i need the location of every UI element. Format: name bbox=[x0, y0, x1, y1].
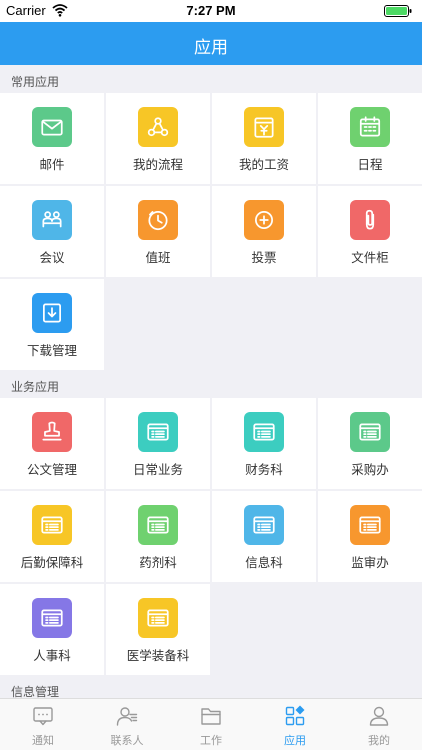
section-title: 常用应用 bbox=[11, 75, 60, 89]
app-tile[interactable]: 后勤保障科 bbox=[0, 491, 104, 582]
app-tile-label: 后勤保障科 bbox=[20, 555, 84, 570]
list-card-icon bbox=[350, 412, 390, 452]
list-card-icon bbox=[138, 505, 178, 545]
app-tile[interactable]: 采购办 bbox=[318, 398, 422, 489]
app-tile-label: 人事科 bbox=[33, 648, 71, 663]
app-tile[interactable]: 公文管理 bbox=[0, 398, 104, 489]
stamp-icon bbox=[32, 412, 72, 452]
page-title: 应用 bbox=[194, 38, 228, 58]
app-tile[interactable]: 值班 bbox=[106, 186, 210, 277]
salary-icon bbox=[244, 107, 284, 147]
app-tile-label: 会议 bbox=[39, 250, 65, 265]
app-tile[interactable]: 日程 bbox=[318, 93, 422, 184]
download-icon bbox=[32, 293, 72, 333]
list-card-icon bbox=[32, 598, 72, 638]
list-card-icon bbox=[32, 505, 72, 545]
app-tile-label: 日常业务 bbox=[132, 462, 183, 477]
app-tile-label: 邮件 bbox=[39, 157, 65, 172]
duty-icon bbox=[138, 200, 178, 240]
app-tile[interactable]: 投票 bbox=[212, 186, 316, 277]
tab-label: 工作 bbox=[200, 734, 222, 747]
tab-label: 联系人 bbox=[110, 734, 144, 747]
app-tile-label: 财务科 bbox=[245, 462, 283, 477]
app-tile-label: 信息科 bbox=[245, 555, 283, 570]
app-tile-label: 值班 bbox=[145, 250, 171, 265]
tab-folder[interactable]: 工作 bbox=[169, 699, 253, 750]
tab-profile[interactable]: 我的 bbox=[337, 699, 421, 750]
app-tile-label: 采购办 bbox=[351, 462, 389, 477]
status-bar: Carrier 7:27 PM bbox=[0, 0, 422, 22]
tab-message[interactable]: 通知 bbox=[1, 699, 85, 750]
app-tile[interactable]: 下载管理 bbox=[0, 279, 104, 370]
nav-bar: 应用 bbox=[0, 22, 422, 65]
app-tile-label: 公文管理 bbox=[26, 462, 77, 477]
app-tile-label: 下载管理 bbox=[26, 343, 77, 358]
status-time: 7:27 PM bbox=[186, 3, 236, 18]
list-card-icon bbox=[138, 412, 178, 452]
battery-icon bbox=[384, 5, 412, 17]
app-tile-label: 医学装备科 bbox=[126, 648, 190, 663]
mail-icon bbox=[32, 107, 72, 147]
app-tile-label: 投票 bbox=[251, 250, 277, 265]
app-tile[interactable]: 邮件 bbox=[0, 93, 104, 184]
app-grid: 公文管理 日常业务 财务科 采购办后勤保障科 药剂科 信息科 监审办人事科 医学装备科 bbox=[0, 398, 422, 675]
app-tile[interactable]: 财务科 bbox=[212, 398, 316, 489]
list-card-icon bbox=[138, 598, 178, 638]
app-tile[interactable]: 药剂科 bbox=[106, 491, 210, 582]
tab-apps[interactable]: 应用 bbox=[253, 699, 337, 750]
app-tile-label: 监审办 bbox=[351, 555, 389, 570]
vote-icon bbox=[244, 200, 284, 240]
app-tile[interactable]: 会议 bbox=[0, 186, 104, 277]
section-header: 常用应用 bbox=[0, 65, 422, 93]
meeting-icon bbox=[32, 200, 72, 240]
app-tile[interactable]: 文件柜 bbox=[318, 186, 422, 277]
list-card-icon bbox=[244, 412, 284, 452]
app-tile[interactable]: 我的工资 bbox=[212, 93, 316, 184]
app-tile-label: 我的工资 bbox=[238, 157, 289, 172]
paperclip-icon bbox=[350, 200, 390, 240]
section-title: 信息管理 bbox=[11, 685, 60, 698]
app-tile[interactable]: 我的流程 bbox=[106, 93, 210, 184]
tab-label: 通知 bbox=[32, 734, 54, 747]
section-header: 业务应用 bbox=[0, 370, 422, 398]
section-header: 信息管理 bbox=[0, 675, 422, 698]
workflow-icon bbox=[138, 107, 178, 147]
app-list[interactable]: 常用应用邮件 我的流程 我的工资 日程会议 值班 投票 文件柜下载管理业务应用公文管理 日常业… bbox=[0, 65, 422, 698]
app-tile-label: 日程 bbox=[357, 157, 383, 172]
app-tile[interactable]: 人事科 bbox=[0, 584, 104, 675]
app-tile-label: 药剂科 bbox=[139, 555, 177, 570]
tab-bar: 通知 联系人 工作 应用 我的 bbox=[0, 698, 422, 750]
tab-contacts[interactable]: 联系人 bbox=[85, 699, 169, 750]
app-tile[interactable]: 日常业务 bbox=[106, 398, 210, 489]
list-card-icon bbox=[244, 505, 284, 545]
app-tile[interactable]: 信息科 bbox=[212, 491, 316, 582]
calendar-icon bbox=[350, 107, 390, 147]
app-tile[interactable]: 医学装备科 bbox=[106, 584, 210, 675]
app-tile[interactable]: 监审办 bbox=[318, 491, 422, 582]
tab-label: 应用 bbox=[284, 734, 306, 747]
app-grid: 邮件 我的流程 我的工资 日程会议 值班 投票 文件柜下载管理 bbox=[0, 93, 422, 370]
section-title: 业务应用 bbox=[11, 380, 60, 394]
app-tile-label: 我的流程 bbox=[132, 157, 183, 172]
app-tile-label: 文件柜 bbox=[351, 250, 389, 265]
tab-label: 我的 bbox=[368, 734, 390, 747]
list-card-icon bbox=[350, 505, 390, 545]
